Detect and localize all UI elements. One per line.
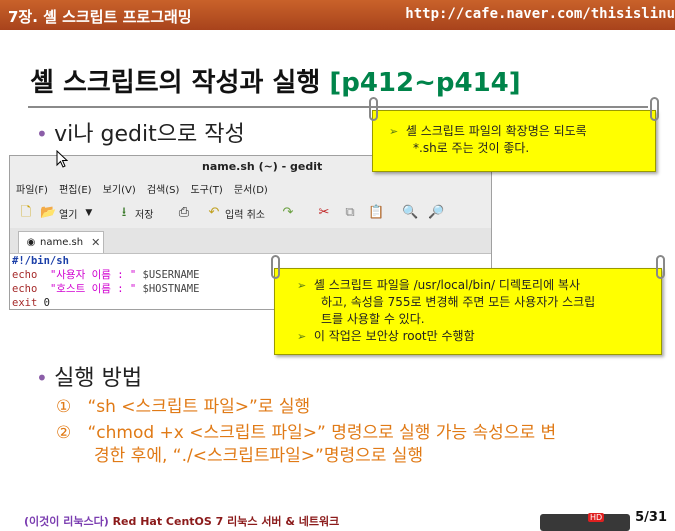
bullet-write-method-text: vi나 gedit으로 작성 bbox=[54, 122, 245, 147]
menu-search[interactable]: 검색(S) bbox=[147, 181, 180, 196]
sticky-note-extension: ➢ 셸 스크립트 파일의 확장명은 되도록 *.sh로 주는 것이 좋다. bbox=[369, 97, 659, 172]
note-line: ➢ 셸 스크립트 파일을 /usr/local/bin/ 디렉토리에 복사 bbox=[297, 277, 580, 294]
code-value: 0 bbox=[43, 297, 50, 309]
slide-title: 셸 스크립트의 작성과 실행 [p412~p414] bbox=[30, 62, 521, 99]
folder-open-icon: 📂 bbox=[40, 205, 57, 220]
code-line: echo "호스트 이름 : " $HOSTNAME bbox=[12, 282, 199, 296]
save-button-label: 저장 bbox=[135, 209, 154, 221]
chapter-title: 7장. 셸 스크립트 프로그래밍 bbox=[8, 8, 192, 26]
code-editor[interactable]: #!/bin/sh echo "사용자 이름 : " $USERNAME ech… bbox=[12, 254, 199, 310]
note-line-text: 셸 스크립트 파일을 /usr/local/bin/ 디렉토리에 복사 bbox=[313, 278, 581, 292]
sticky-note-deploy: ➢ 셸 스크립트 파일을 /usr/local/bin/ 디렉토리에 복사 하고… bbox=[271, 255, 665, 355]
paperclip-icon bbox=[650, 97, 659, 121]
cafe-url: http://cafe.naver.com/thisislinu bbox=[405, 6, 675, 22]
document-tab[interactable]: ◉ name.sh ✕ bbox=[18, 231, 104, 253]
note-line: ➢ 이 작업은 보안상 root만 수행함 bbox=[297, 328, 475, 345]
code-keyword: exit bbox=[12, 297, 38, 309]
code-string: "사용자 이름 : " bbox=[49, 269, 137, 281]
note-line-text: 셸 스크립트 파일의 확장명은 되도록 bbox=[405, 124, 587, 138]
note-line-text: 이 작업은 보안상 root만 수행함 bbox=[313, 329, 475, 343]
bullet-run-method: • 실행 방법 bbox=[36, 360, 142, 392]
note-line-text: 하고, 속성을 755로 변경해 주면 모든 사용자가 스크립 bbox=[321, 295, 596, 309]
ordered-item-text: “chmod +x <스크립트 파일>” 명령으로 실행 가능 속성으로 변 bbox=[87, 423, 557, 443]
arrow-bullet-icon: ➢ bbox=[297, 279, 307, 292]
note-line-text: 트를 사용할 수 있다. bbox=[321, 312, 425, 326]
code-variable: $USERNAME bbox=[142, 269, 200, 281]
copy-icon: ⧉ bbox=[345, 205, 355, 220]
find-replace-button[interactable]: 🔎 bbox=[428, 203, 447, 223]
undo-button[interactable]: ↶ 입력 취소 bbox=[206, 203, 265, 223]
ordered-item-number: ① bbox=[56, 397, 72, 417]
bullet-dot-icon: • bbox=[36, 366, 55, 390]
paste-icon: 📋 bbox=[368, 205, 385, 220]
title-underline bbox=[28, 106, 648, 108]
page-number: 5/31 bbox=[635, 510, 667, 525]
close-tab-icon[interactable]: ✕ bbox=[91, 236, 100, 249]
slide-footer: (이것이 리눅스다) Red Hat CentOS 7 리눅스 서버 & 네트워… bbox=[24, 513, 339, 529]
code-line: echo "사용자 이름 : " $USERNAME bbox=[12, 268, 199, 282]
slide-title-page-range: [p412~p414] bbox=[329, 68, 521, 98]
code-string: "호스트 이름 : " bbox=[49, 283, 137, 295]
gedit-toolbar: 🗋 📂 열기 ▼ ⭳ 저장 ⎙ ↶ 입력 취소 ↷ ✂ ⧉ 📋 🔍 🔎 bbox=[10, 198, 491, 229]
open-button-label: 열기 bbox=[59, 209, 78, 221]
save-button[interactable]: ⭳ 저장 bbox=[116, 203, 154, 223]
footer-book-title: (이것이 리눅스다) bbox=[24, 515, 109, 528]
footer-book-subtitle: Red Hat CentOS 7 리눅스 서버 & 네트워크 bbox=[108, 515, 340, 528]
video-controls[interactable] bbox=[540, 514, 630, 531]
bullet-write-method: • vi나 gedit으로 작성 bbox=[36, 116, 245, 148]
gedit-window-title: name.sh (~) - gedit bbox=[202, 160, 323, 173]
note-line-text: *.sh로 주는 것이 좋다. bbox=[413, 141, 530, 155]
document-tab-label: name.sh bbox=[40, 237, 84, 248]
hd-badge[interactable]: HD bbox=[588, 513, 605, 522]
code-line: #!/bin/sh bbox=[12, 254, 199, 268]
ordered-item-2: ② “chmod +x <스크립트 파일>” 명령으로 실행 가능 속성으로 변 bbox=[56, 418, 556, 443]
arrow-bullet-icon: ➢ bbox=[389, 125, 399, 138]
cut-button[interactable]: ✂ bbox=[316, 203, 335, 223]
copy-button[interactable]: ⧉ bbox=[342, 203, 361, 223]
code-keyword: echo bbox=[12, 283, 38, 295]
gedit-menubar: 파일(F) 편집(E) 보기(V) 검색(S) 도구(T) 문서(D) bbox=[10, 178, 491, 198]
chevron-down-icon[interactable]: ▼ bbox=[85, 208, 92, 218]
menu-view[interactable]: 보기(V) bbox=[103, 181, 136, 196]
paperclip-icon bbox=[656, 255, 665, 279]
menu-file[interactable]: 파일(F) bbox=[16, 181, 48, 196]
code-line: exit 0 bbox=[12, 296, 199, 310]
menu-tools[interactable]: 도구(T) bbox=[190, 181, 222, 196]
redo-icon: ↷ bbox=[282, 205, 294, 220]
ordered-item-2-continued: 경한 후에, “./<스크립트파일>”명령으로 실행 bbox=[94, 446, 424, 466]
print-button[interactable]: ⎙ bbox=[176, 203, 195, 223]
document-icon: ◉ bbox=[26, 236, 36, 248]
menu-edit[interactable]: 편집(E) bbox=[59, 181, 92, 196]
note-line: ➢ 셸 스크립트 파일의 확장명은 되도록 bbox=[389, 123, 587, 140]
undo-icon: ↶ bbox=[208, 205, 220, 220]
open-button[interactable]: 📂 열기 ▼ bbox=[40, 203, 92, 223]
find-button[interactable]: 🔍 bbox=[402, 203, 421, 223]
slide-title-main: 셸 스크립트의 작성과 실행 bbox=[30, 68, 330, 98]
ordered-item-text: “sh <스크립트 파일>”로 실행 bbox=[87, 397, 311, 417]
gedit-tabbar: ◉ name.sh ✕ bbox=[10, 228, 491, 254]
undo-button-label: 입력 취소 bbox=[225, 209, 265, 221]
paperclip-icon bbox=[271, 255, 280, 279]
bullet-dot-icon: • bbox=[36, 122, 55, 146]
print-icon: ⎙ bbox=[178, 205, 190, 220]
ordered-item-1: ① “sh <스크립트 파일>”로 실행 bbox=[56, 392, 310, 417]
search-icon: 🔍 bbox=[402, 205, 419, 220]
paperclip-icon bbox=[369, 97, 378, 121]
save-icon: ⭳ bbox=[121, 205, 127, 220]
code-keyword: echo bbox=[12, 269, 38, 281]
arrow-bullet-icon: ➢ bbox=[297, 330, 307, 343]
code-shebang: #!/bin/sh bbox=[12, 255, 69, 267]
cut-icon: ✂ bbox=[318, 205, 330, 220]
find-replace-icon: 🔎 bbox=[428, 205, 445, 220]
ordered-item-number: ② bbox=[56, 423, 72, 443]
paste-button[interactable]: 📋 bbox=[368, 203, 387, 223]
code-variable: $HOSTNAME bbox=[142, 283, 200, 295]
new-document-button[interactable]: 🗋 bbox=[18, 203, 37, 223]
menu-documents[interactable]: 문서(D) bbox=[234, 181, 268, 196]
mouse-cursor-icon bbox=[56, 150, 68, 168]
new-document-icon: 🗋 bbox=[20, 205, 32, 220]
redo-button[interactable]: ↷ bbox=[280, 203, 299, 223]
bullet-run-method-text: 실행 방법 bbox=[54, 366, 143, 391]
